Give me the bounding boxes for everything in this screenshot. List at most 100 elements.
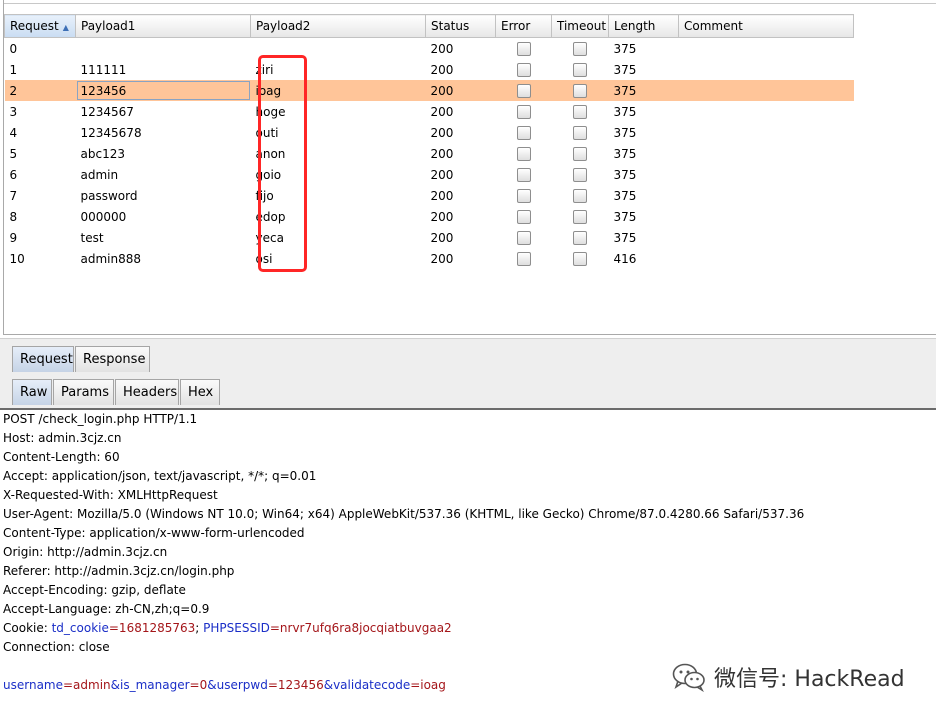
timeout-checkbox[interactable] xyxy=(573,83,587,98)
table-row[interactable]: 9 test yeca 200 375 xyxy=(5,227,854,248)
timeout-checkbox[interactable] xyxy=(573,209,587,224)
table-row[interactable]: 5 abc123 anon 200 375 xyxy=(5,143,854,164)
comment-cell xyxy=(679,227,854,248)
request-cell: 7 xyxy=(9,188,18,203)
status-cell: 200 xyxy=(430,209,454,224)
status-cell: 200 xyxy=(430,167,454,182)
timeout-checkbox[interactable] xyxy=(573,146,587,161)
request-cell: 4 xyxy=(9,125,18,140)
error-cell xyxy=(496,227,552,248)
timeout-checkbox[interactable] xyxy=(573,251,587,266)
timeout-checkbox[interactable] xyxy=(573,62,587,77)
error-checkbox[interactable] xyxy=(516,209,531,224)
column-header-payload1[interactable]: Payload1 xyxy=(75,14,251,38)
table-row[interactable]: 0 200 375 xyxy=(5,38,854,60)
table-row[interactable]: 1 111111 ziri 200 375 xyxy=(5,59,854,80)
length-cell: 375 xyxy=(608,80,679,101)
header-accept-language: Accept-Language: zh-CN,zh;q=0.9 xyxy=(3,602,210,616)
param-key: &validatecode xyxy=(323,678,411,692)
error-checkbox[interactable] xyxy=(516,41,531,56)
header-accept-encoding: Accept-Encoding: gzip, deflate xyxy=(3,583,186,597)
error-cell xyxy=(496,143,552,164)
comment-cell xyxy=(679,122,854,143)
error-checkbox[interactable] xyxy=(516,62,531,77)
timeout-checkbox[interactable] xyxy=(573,230,587,245)
cookie-separator: ; xyxy=(195,621,204,635)
column-header-timeout[interactable]: Timeout xyxy=(551,14,609,38)
error-cell xyxy=(495,80,552,101)
param-value: =admin xyxy=(63,678,111,692)
table-row[interactable]: 10 admin888 osi 200 416 xyxy=(5,248,854,269)
comment-cell xyxy=(679,38,854,60)
payload1-cell: admin xyxy=(80,167,119,182)
error-checkbox[interactable] xyxy=(516,104,531,119)
tab-raw[interactable]: Raw xyxy=(12,379,52,405)
request-cell: 9 xyxy=(9,230,18,245)
comment-cell xyxy=(679,248,854,269)
column-header-length[interactable]: Length xyxy=(608,14,679,38)
table-row[interactable]: 4 12345678 outi 200 375 xyxy=(5,122,854,143)
payload1-cell: 111111 xyxy=(80,62,127,77)
timeout-cell xyxy=(552,185,609,206)
payload1-cell: password xyxy=(80,188,138,203)
message-view-tabbar: Raw Params Headers Hex xyxy=(0,373,936,410)
column-header-comment[interactable]: Comment xyxy=(678,14,854,38)
tab-hex[interactable]: Hex xyxy=(180,379,220,405)
status-cell: 200 xyxy=(430,230,454,245)
tab-params[interactable]: Params xyxy=(53,379,114,405)
timeout-cell xyxy=(552,101,609,122)
header-origin: Origin: http://admin.3cjz.cn xyxy=(3,545,168,559)
table-row[interactable]: 2 123456 ioag 200 375 xyxy=(4,80,854,101)
tab-response[interactable]: Response xyxy=(75,346,150,372)
length-cell: 375 xyxy=(613,146,637,161)
column-header-status[interactable]: Status xyxy=(425,14,496,38)
header-cookie: Cookie: td_cookie=1681285763; PHPSESSID=… xyxy=(3,619,933,638)
payload2-cell: ioag xyxy=(250,80,426,101)
payload1-cell: abc123 xyxy=(80,146,125,161)
timeout-checkbox[interactable] xyxy=(573,188,587,203)
length-cell: 375 xyxy=(613,104,637,119)
error-checkbox[interactable] xyxy=(516,146,531,161)
timeout-checkbox[interactable] xyxy=(573,125,587,140)
error-checkbox[interactable] xyxy=(516,230,531,245)
request-cell: 1 xyxy=(9,62,18,77)
table-row[interactable]: 6 admin goio 200 375 xyxy=(5,164,854,185)
payload1-cell: admin888 xyxy=(80,251,142,266)
table-row[interactable]: 8 000000 edop 200 375 xyxy=(5,206,854,227)
header-host: Host: admin.3cjz.cn xyxy=(3,431,122,445)
error-cell xyxy=(496,122,552,143)
payload2-cell: outi xyxy=(255,125,279,140)
timeout-cell xyxy=(552,38,609,60)
error-cell xyxy=(496,38,552,60)
header-user-agent: User-Agent: Mozilla/5.0 (Windows NT 10.0… xyxy=(3,507,805,521)
column-header-payload2[interactable]: Payload2 xyxy=(250,14,426,38)
timeout-cell xyxy=(551,80,609,101)
error-cell xyxy=(496,59,552,80)
table-row[interactable]: 3 1234567 hoge 200 375 xyxy=(5,101,854,122)
error-checkbox[interactable] xyxy=(516,251,531,266)
timeout-checkbox[interactable] xyxy=(573,104,587,119)
table-row[interactable]: 7 password fijo 200 375 xyxy=(5,185,854,206)
column-header-error[interactable]: Error xyxy=(495,14,552,38)
wechat-watermark: 微信号: HackRead xyxy=(672,660,905,694)
tab-headers[interactable]: Headers xyxy=(115,379,179,405)
header-content-type: Content-Type: application/x-www-form-url… xyxy=(3,526,305,540)
error-cell xyxy=(496,101,552,122)
request-line: POST /check_login.php HTTP/1.1 xyxy=(3,412,198,426)
error-checkbox[interactable] xyxy=(516,125,531,140)
error-cell xyxy=(496,185,552,206)
error-checkbox[interactable] xyxy=(516,167,531,182)
error-checkbox[interactable] xyxy=(516,83,531,98)
payload1-cell xyxy=(76,38,251,60)
error-checkbox[interactable] xyxy=(516,188,531,203)
param-value: =123456 xyxy=(267,678,324,692)
column-header-request[interactable]: Request ▲ xyxy=(4,14,76,38)
timeout-cell xyxy=(552,143,609,164)
param-value: =0 xyxy=(189,678,208,692)
timeout-checkbox[interactable] xyxy=(573,167,587,182)
timeout-checkbox[interactable] xyxy=(573,41,587,56)
raw-request-editor[interactable]: POST /check_login.php HTTP/1.1 Host: adm… xyxy=(3,410,933,695)
payload2-cell xyxy=(251,38,426,60)
tab-request[interactable]: Request xyxy=(12,346,74,372)
status-cell: 200 xyxy=(430,62,454,77)
